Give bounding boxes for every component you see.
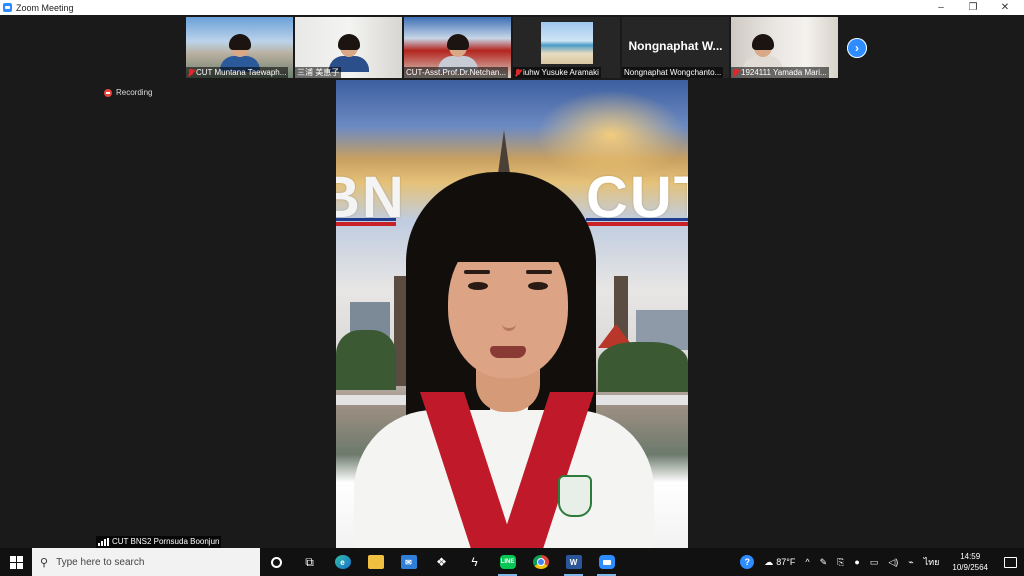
mic-muted-icon (188, 68, 194, 77)
minimize-button[interactable]: – (925, 0, 957, 15)
close-button[interactable]: ✕ (989, 0, 1021, 15)
battery-icon[interactable]: ▭ (865, 557, 884, 568)
cortana-icon[interactable] (260, 548, 293, 576)
participant-video (541, 22, 593, 64)
start-button[interactable] (0, 548, 32, 576)
participant-name: CUT Muntana Taewaph... (196, 68, 287, 77)
participant-tile[interactable]: Nongnaphat W... Nongnaphat Wongchanto... (622, 17, 729, 78)
word-icon[interactable]: W (557, 548, 590, 576)
participant-name: iuhw Yusuke Aramaki (523, 68, 599, 77)
system-tray: ? ☁ 87°F ^ ✎ ⎘ ● ▭ ◁) ⌁ ไทย 14:59 10/9/2… (735, 548, 1024, 576)
participant-tile[interactable]: 三浦 美恵子 (295, 17, 402, 78)
window-title: Zoom Meeting (16, 2, 74, 13)
clock-time: 14:59 (960, 552, 981, 561)
participant-tile[interactable]: 1924111 Yamada Mari... (731, 17, 838, 78)
help-icon[interactable]: ? (735, 555, 759, 569)
microphone-icon[interactable]: ● (849, 557, 864, 567)
network-icon[interactable]: ⌁ (903, 557, 918, 568)
show-hidden-icons-chevron-icon[interactable]: ^ (800, 557, 814, 567)
recording-indicator[interactable]: Recording (104, 88, 152, 97)
edge-icon[interactable]: e (326, 548, 359, 576)
weather-widget[interactable]: ☁ 87°F (759, 557, 800, 568)
file-explorer-icon[interactable] (359, 548, 392, 576)
weather-temperature: 87°F (776, 557, 796, 567)
task-view-icon[interactable]: ⧉ (293, 548, 326, 576)
active-speaker-video[interactable]: BN CUT (336, 80, 688, 548)
windows-taskbar: ⚲ Type here to search ⧉ e ✉ ❖ ϟ LINE W ?… (0, 548, 1024, 576)
zoom-icon[interactable] (590, 548, 623, 576)
windows-logo-icon (9, 555, 23, 569)
dropbox-icon[interactable]: ❖ (425, 548, 458, 576)
taskbar-clock[interactable]: 14:59 10/9/2564 (944, 551, 996, 573)
chrome-icon[interactable] (524, 548, 557, 576)
participant-name: Nongnaphat Wongchanto... (624, 68, 722, 77)
input-language[interactable]: ไทย (919, 555, 945, 569)
pen-icon[interactable]: ✎ (815, 557, 833, 568)
meet-now-icon[interactable]: ⎘ (832, 557, 849, 568)
participant-tile[interactable]: iuhw Yusuke Aramaki (513, 17, 620, 78)
search-placeholder: Type here to search (56, 556, 145, 568)
active-speaker-name: CUT BNS2 Pornsuda Boonjun (112, 537, 220, 546)
participant-tile[interactable]: CUT Muntana Taewaph... (186, 17, 293, 78)
participant-thumbnail-strip: CUT Muntana Taewaph... 三浦 美恵子 CUT-Asst.P… (186, 17, 838, 78)
mail-icon[interactable]: ✉ (392, 548, 425, 576)
volume-icon[interactable]: ◁) (883, 557, 903, 568)
recording-label: Recording (116, 88, 153, 97)
app-bolt-icon[interactable]: ϟ (458, 548, 491, 576)
participant-name: CUT-Asst.Prof.Dr.Netchan... (406, 68, 507, 77)
participant-name: 1924111 Yamada Mari... (741, 68, 827, 77)
taskbar-search-box[interactable]: ⚲ Type here to search (32, 548, 260, 576)
meeting-stage: CUT Muntana Taewaph... 三浦 美恵子 CUT-Asst.P… (0, 15, 1024, 548)
restore-button[interactable]: ❐ (957, 0, 989, 15)
school-logo (558, 475, 592, 517)
weather-cloud-icon: ☁ (764, 556, 774, 567)
search-icon: ⚲ (40, 556, 49, 569)
mic-muted-icon (515, 68, 521, 77)
clock-date: 10/9/2564 (952, 563, 988, 572)
zoom-app-icon (3, 3, 12, 12)
next-page-arrow-icon[interactable]: › (847, 38, 867, 58)
line-icon[interactable]: LINE (491, 548, 524, 576)
recording-icon (104, 88, 112, 97)
participant-tile[interactable]: CUT-Asst.Prof.Dr.Netchan... (404, 17, 511, 78)
window-titlebar: Zoom Meeting – ❐ ✕ (0, 0, 1024, 15)
participant-display-name: Nongnaphat W... (628, 39, 723, 53)
mic-muted-icon (733, 68, 739, 77)
connection-signal-icon (98, 538, 109, 546)
active-speaker-label: CUT BNS2 Pornsuda Boonjun (96, 536, 222, 548)
participant-name: 三浦 美恵子 (297, 68, 340, 77)
notification-center-icon[interactable] (996, 556, 1024, 568)
